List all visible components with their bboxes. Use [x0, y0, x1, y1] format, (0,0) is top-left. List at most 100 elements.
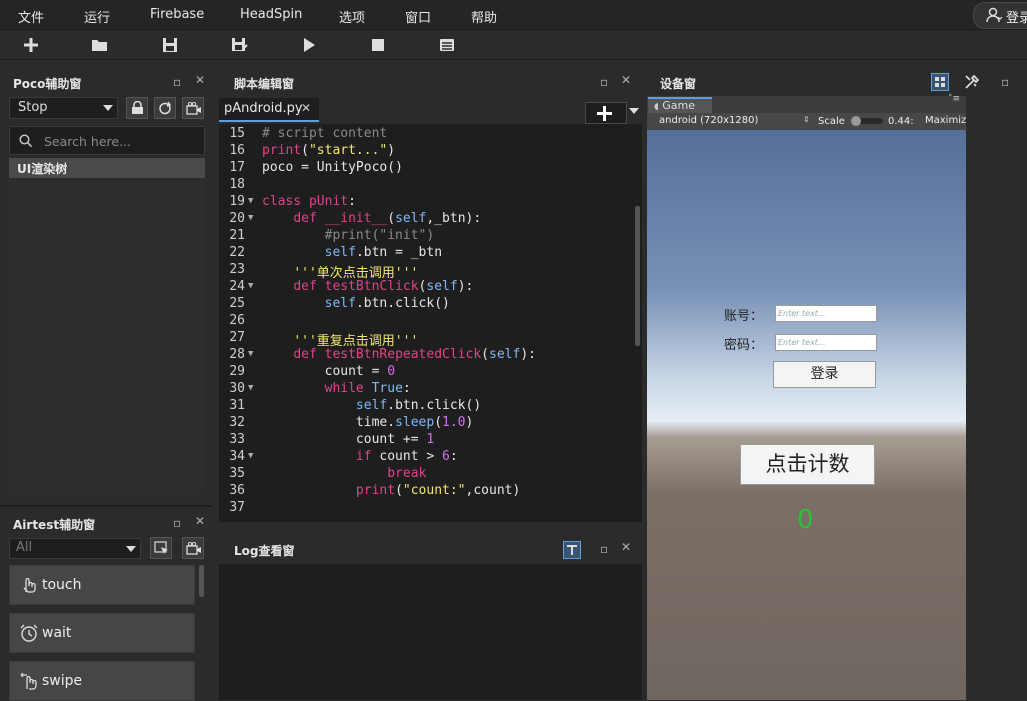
tab-pandroid[interactable]: pAndroid.py ✕ — [219, 98, 319, 122]
record-button[interactable] — [182, 537, 204, 559]
menu-run[interactable]: 运行 — [84, 7, 110, 26]
poco-panel-title: Poco辅助窗 — [13, 77, 82, 91]
count-button[interactable]: 点击计数 — [740, 444, 875, 485]
login-button[interactable]: 登录 — [973, 2, 1027, 29]
new-tab-button[interactable] — [585, 102, 627, 124]
code-line[interactable]: 37 — [219, 500, 629, 517]
game-screen[interactable]: 账号： Enter text... 密码： Enter text... 登录 点… — [647, 130, 966, 700]
menu-window[interactable]: 窗口 — [405, 7, 431, 26]
line-number: 22 — [229, 245, 245, 260]
menu-headspin[interactable]: HeadSpin — [240, 7, 302, 22]
log-panel-title: Log查看窗 — [234, 544, 295, 558]
float-window-icon[interactable]: ▫ — [1001, 75, 1009, 89]
float-window-icon[interactable]: ▫ — [600, 75, 608, 89]
code-line[interactable]: 18 — [219, 177, 629, 194]
plus-icon[interactable] — [21, 35, 41, 55]
code-line[interactable]: 26 — [219, 313, 629, 330]
folder-open-icon[interactable] — [90, 35, 110, 55]
poco-mode-select[interactable]: Stop — [9, 97, 118, 119]
airtest-panel-title: Airtest辅助窗 — [13, 518, 96, 532]
touch-command-button[interactable]: touch — [9, 565, 195, 605]
code-text: self.btn.click() — [355, 398, 482, 413]
fold-toggle-icon[interactable]: ▼ — [248, 281, 253, 291]
float-window-icon[interactable]: ▫ — [173, 516, 181, 530]
close-icon[interactable]: ✕ — [195, 514, 205, 528]
menu-help[interactable]: 帮助 — [471, 7, 497, 26]
game-login-button[interactable]: 登录 — [773, 361, 876, 388]
line-number: 18 — [229, 177, 245, 192]
code-line[interactable]: 27 '''重复点击调用''' — [219, 330, 629, 349]
resolution-select[interactable]: android (720x1280) — [659, 115, 758, 126]
wait-command-button[interactable]: wait — [9, 613, 195, 653]
login-label: 登录 — [1006, 11, 1027, 26]
editor-panel-title: 脚本编辑窗 — [234, 77, 295, 91]
chevron-down-icon[interactable] — [629, 108, 639, 114]
password-input[interactable]: Enter text... — [775, 334, 877, 351]
code-line[interactable]: 30 ▼ while True: — [219, 381, 629, 398]
code-line[interactable]: 17 poco = UnityPoco() — [219, 160, 629, 177]
code-editor[interactable]: 15 # script content 16 print("start...") 17 p… — [219, 124, 642, 522]
stop-icon[interactable] — [368, 35, 388, 55]
fold-toggle-icon[interactable]: ▼ — [248, 196, 253, 206]
code-line[interactable]: 34 ▼ if count > 6: — [219, 449, 629, 466]
float-window-icon[interactable]: ▫ — [173, 75, 181, 89]
line-number: 28 — [229, 347, 245, 362]
menu-firebase[interactable]: Firebase — [150, 7, 204, 22]
log-list-icon[interactable] — [437, 35, 457, 55]
code-line[interactable]: 25 self.btn.click() — [219, 296, 629, 313]
line-number: 27 — [229, 330, 245, 345]
tab-game[interactable]: ◖ Game — [648, 97, 712, 113]
airtest-scrollbar[interactable] — [199, 565, 204, 597]
tools-icon[interactable] — [963, 73, 981, 91]
refresh-button[interactable] — [154, 97, 176, 119]
save-icon[interactable] — [160, 35, 180, 55]
code-line[interactable]: 21 #print("init") — [219, 228, 629, 245]
save-as-icon[interactable] — [229, 35, 249, 55]
code-line[interactable]: 28 ▼ def testBtnRepeatedClick(self): — [219, 347, 629, 364]
close-icon[interactable]: ✕ — [621, 540, 631, 554]
editor-scrollbar[interactable] — [635, 206, 640, 346]
swipe-command-button[interactable]: swipe — [9, 661, 195, 701]
maximize-toggle[interactable]: Maximiz — [925, 115, 966, 126]
line-number: 17 — [229, 160, 245, 175]
play-icon[interactable] — [299, 35, 319, 55]
code-line[interactable]: 24 ▼ def testBtnClick(self): — [219, 279, 629, 296]
code-line[interactable]: 19 ▼ class pUnit: — [219, 194, 629, 211]
fold-toggle-icon[interactable]: ▼ — [248, 349, 253, 359]
menu-options[interactable]: 选项 — [339, 7, 365, 26]
close-icon[interactable]: ✕ — [195, 73, 205, 87]
slider-handle[interactable] — [851, 116, 861, 126]
code-line[interactable]: 35 break — [219, 466, 629, 483]
menu-icon[interactable]: ˄≡ — [948, 94, 960, 104]
code-line[interactable]: 22 self.btn = _btn — [219, 245, 629, 262]
code-line[interactable]: 32 time.sleep(1.0) — [219, 415, 629, 432]
fold-toggle-icon[interactable]: ▼ — [248, 383, 253, 393]
code-line[interactable]: 20 ▼ def __init__(self,_btn): — [219, 211, 629, 228]
fold-toggle-icon[interactable]: ▼ — [248, 451, 253, 461]
airtest-filter-select[interactable]: All — [9, 538, 141, 559]
code-line[interactable]: 29 count = 0 — [219, 364, 629, 381]
menu-file[interactable]: 文件 — [18, 7, 44, 26]
code-line[interactable]: 16 print("start...") — [219, 143, 629, 160]
code-line[interactable]: 33 count += 1 — [219, 432, 629, 449]
code-line[interactable]: 36 print("count:",count) — [219, 483, 629, 500]
code-text: # script content — [262, 126, 388, 141]
float-window-icon[interactable]: ▫ — [600, 542, 608, 556]
account-input[interactable]: Enter text... — [775, 305, 877, 322]
fold-toggle-icon[interactable]: ▼ — [248, 213, 253, 223]
lock-icon — [131, 101, 144, 115]
code-line[interactable]: 31 self.btn.click() — [219, 398, 629, 415]
close-icon[interactable]: ✕ — [301, 101, 311, 115]
grid-view-icon[interactable] — [931, 73, 949, 91]
record-button[interactable] — [182, 97, 204, 119]
line-number: 15 — [229, 126, 245, 141]
ui-tree-root[interactable]: UI渲染树 — [9, 158, 205, 178]
code-line[interactable]: 15 # script content — [219, 126, 629, 143]
poco-search-input[interactable]: Search here... — [9, 126, 205, 155]
scale-slider[interactable] — [851, 116, 883, 126]
close-icon[interactable]: ✕ — [621, 73, 631, 87]
screen-select-button[interactable] — [150, 537, 172, 559]
lock-button[interactable] — [126, 97, 148, 119]
code-line[interactable]: 23 '''单次点击调用''' — [219, 262, 629, 281]
filter-icon[interactable] — [563, 541, 581, 559]
